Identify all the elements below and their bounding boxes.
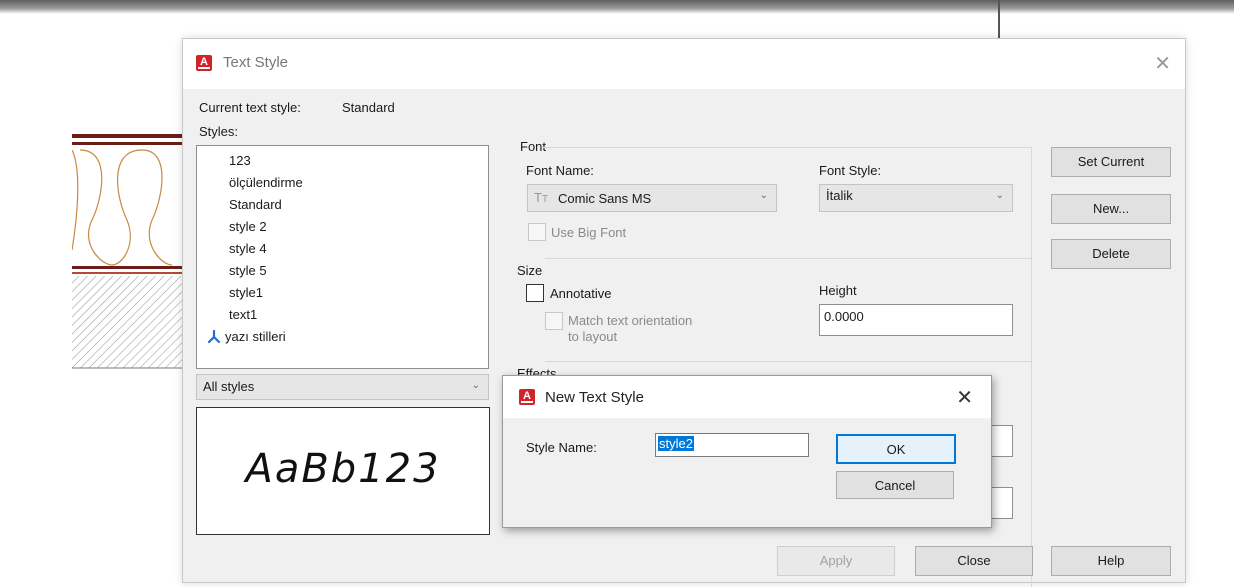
height-input[interactable]: 0.0000	[819, 304, 1013, 336]
divider	[545, 258, 1031, 259]
help-button[interactable]: Help	[1051, 546, 1171, 576]
title-bar: A New Text Style ✕	[503, 376, 991, 418]
cancel-button[interactable]: Cancel	[836, 471, 954, 499]
close-icon[interactable]: ✕	[1154, 51, 1171, 76]
set-current-button[interactable]: Set Current	[1051, 147, 1171, 177]
annotative-label: Annotative	[550, 286, 612, 301]
list-item[interactable]: style1	[229, 285, 263, 300]
style-name-input[interactable]: style2	[655, 433, 809, 457]
font-style-select[interactable]: İtalik ⌄	[819, 184, 1013, 212]
delete-button[interactable]: Delete	[1051, 239, 1171, 269]
list-item[interactable]: Standard	[229, 197, 282, 212]
divider	[1031, 147, 1032, 587]
style-name-value: style2	[658, 436, 694, 451]
current-style-value: Standard	[342, 100, 395, 115]
annotative-checkbox[interactable]	[526, 284, 544, 302]
chevron-down-icon: ⌄	[471, 380, 480, 391]
list-item[interactable]: style 2	[229, 219, 267, 234]
apply-button[interactable]: Apply	[777, 546, 895, 576]
styles-label: Styles:	[199, 124, 239, 139]
match-orientation-label-2: to layout	[568, 329, 618, 344]
truetype-icon: TT	[534, 190, 549, 205]
chevron-down-icon: ⌄	[995, 190, 1004, 201]
autocad-app-icon: A	[519, 389, 535, 405]
style-name-label: Style Name:	[526, 440, 597, 455]
close-button[interactable]: Close	[915, 546, 1033, 576]
use-big-font-checkbox[interactable]	[528, 223, 546, 241]
autocad-app-icon: A	[196, 55, 212, 71]
font-name-label: Font Name:	[526, 163, 594, 178]
current-style-label: Current text style:	[199, 100, 301, 115]
title-bar: A Text Style ✕	[183, 39, 1185, 89]
list-item[interactable]: yazı stilleri	[225, 329, 286, 344]
list-item[interactable]: ölçülendirme	[229, 175, 303, 190]
screen-top-edge	[0, 0, 1234, 14]
font-style-value: İtalik	[826, 188, 853, 203]
size-group-label: Size	[517, 263, 543, 278]
divider	[543, 147, 1031, 148]
font-name-select[interactable]: TT Comic Sans MS ⌄	[527, 184, 777, 212]
chevron-down-icon: ⌄	[759, 190, 768, 201]
list-item[interactable]: style 5	[229, 263, 267, 278]
new-button[interactable]: New...	[1051, 194, 1171, 224]
height-label: Height	[819, 283, 857, 298]
new-text-style-dialog: A New Text Style ✕ Style Name: style2 OK…	[502, 375, 992, 528]
drawing-line	[998, 0, 1000, 40]
preview-panel: AaBb123	[196, 407, 490, 535]
style-filter-select[interactable]: All styles ⌄	[196, 374, 489, 400]
use-big-font-label: Use Big Font	[551, 225, 627, 240]
match-orientation-label: Match text orientation	[568, 313, 693, 328]
preview-text: AaBb123	[245, 446, 441, 492]
font-name-value: Comic Sans MS	[558, 191, 652, 206]
dialog-title: New Text Style	[545, 389, 644, 406]
match-orientation-checkbox[interactable]	[545, 312, 563, 330]
style-filter-value: All styles	[203, 379, 255, 394]
list-item[interactable]: text1	[229, 307, 257, 322]
height-value: 0.0000	[824, 309, 864, 324]
cad-drawing	[72, 134, 182, 369]
close-icon[interactable]: ✕	[956, 385, 973, 410]
list-item[interactable]: 123	[229, 153, 251, 168]
list-item[interactable]: style 4	[229, 241, 267, 256]
annotative-icon	[207, 330, 221, 344]
dialog-title: Text Style	[223, 54, 289, 71]
ok-button[interactable]: OK	[836, 434, 956, 464]
font-style-label: Font Style:	[819, 163, 882, 178]
styles-list[interactable]: 123 ölçülendirme Standard style 2 style …	[196, 145, 489, 369]
divider	[545, 361, 1031, 362]
